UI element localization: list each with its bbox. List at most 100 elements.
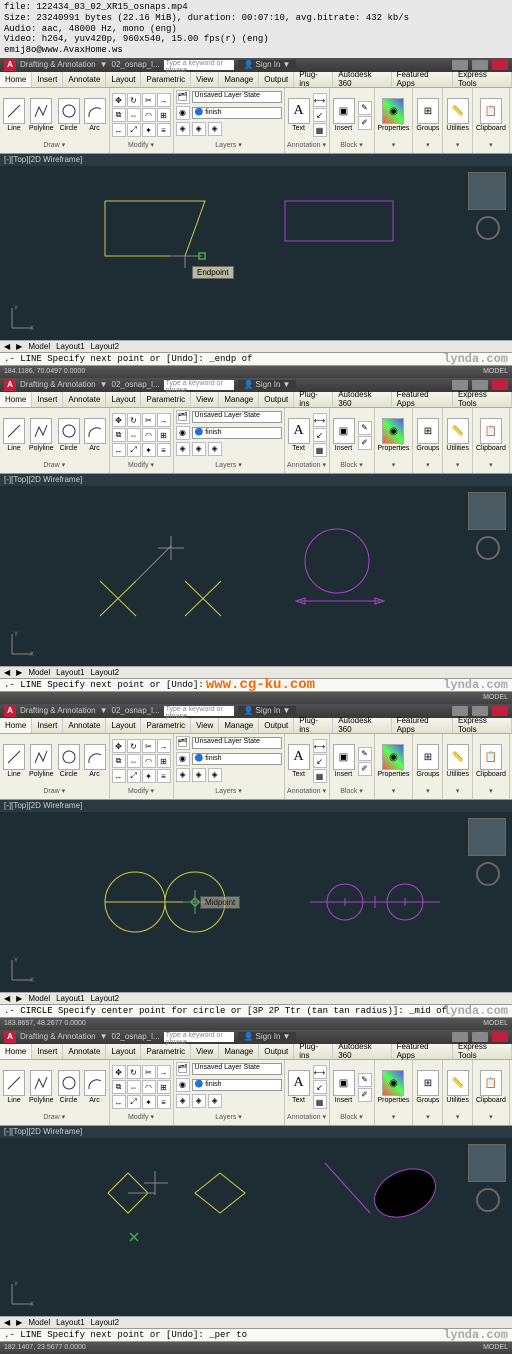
circle-tool[interactable]: Circle: [57, 417, 81, 453]
meta-line: Audio: aac, 48000 Hz, mono (eng): [4, 24, 508, 35]
drawing-viewport[interactable]: Endpoint YX: [0, 166, 512, 340]
command-line[interactable]: .- LINE Specify next point or [Undo]:www…: [0, 678, 512, 692]
tab-parametric[interactable]: Parametric: [141, 72, 191, 87]
layer-state-combo[interactable]: Unsaved Layer State: [192, 91, 282, 103]
line-tool[interactable]: Line: [2, 97, 26, 133]
offset-icon[interactable]: ≡: [157, 123, 171, 137]
svg-text:X: X: [30, 652, 34, 658]
close-button[interactable]: [492, 380, 508, 390]
properties-tool[interactable]: ◉Properties: [377, 97, 411, 133]
app-logo-icon[interactable]: A: [4, 379, 16, 391]
drawing-viewport[interactable]: Midpoint YX: [0, 812, 512, 992]
clipboard-tool[interactable]: 📋Clipboard: [475, 97, 507, 133]
group-title: Draw ▾: [2, 141, 107, 151]
svg-text:Y: Y: [14, 306, 18, 312]
tab-insert[interactable]: Insert: [32, 72, 63, 87]
text-tool[interactable]: AText: [287, 97, 311, 133]
tab-plugins[interactable]: Plug-ins: [294, 72, 333, 87]
table-icon[interactable]: ▦: [313, 123, 327, 137]
tab-home[interactable]: Home: [0, 392, 32, 407]
groups-tool[interactable]: ⊞Groups: [415, 97, 440, 133]
mirror-icon[interactable]: ⇔: [127, 108, 141, 122]
search-input[interactable]: Type a keyword or phrase: [164, 60, 234, 70]
drawing-viewport[interactable]: YX: [0, 1138, 512, 1316]
search-input[interactable]: Type a keyword or phrase: [164, 380, 234, 390]
arc-tool[interactable]: Arc: [83, 417, 107, 453]
scroll-left[interactable]: ◀: [4, 342, 10, 351]
autocad-pane-2: A Drafting & Annotation▼ 02_osnap_l... T…: [0, 378, 512, 704]
cg-watermark: www.cg-ku.com: [206, 677, 315, 693]
insert-tool[interactable]: ▣Insert: [332, 97, 356, 133]
file-metadata: file: 122434_03_02_XR15_osnaps.mp4 Size:…: [0, 0, 512, 58]
close-button[interactable]: [492, 60, 508, 70]
doc-name[interactable]: 02_osnap_l...: [112, 60, 160, 69]
edit-icon[interactable]: ✐: [358, 116, 372, 130]
nav-wheel-icon[interactable]: [476, 536, 500, 560]
command-line[interactable]: .- LINE Specify next point or [Undo]: _p…: [0, 1328, 512, 1342]
tab-express[interactable]: Express Tools: [453, 72, 512, 87]
trim-icon[interactable]: ✂: [142, 93, 156, 107]
scroll-right[interactable]: ▶: [16, 342, 22, 351]
tab-layout1[interactable]: Layout1: [56, 342, 84, 351]
scale-icon[interactable]: ⤢: [127, 123, 141, 137]
drawing-viewport[interactable]: YX: [0, 486, 512, 666]
tab-annotate[interactable]: Annotate: [63, 72, 106, 87]
ucs-icon: YX: [8, 630, 36, 660]
viewport-label[interactable]: [-][Top][2D Wireframe]: [0, 154, 512, 166]
rotate-icon[interactable]: ↻: [127, 93, 141, 107]
signin-button[interactable]: 👤 Sign In ▼: [238, 380, 297, 389]
layer-icon-3[interactable]: ◈: [192, 122, 206, 136]
tab-layout[interactable]: Layout: [106, 72, 141, 87]
signin-button[interactable]: 👤 Sign In ▼: [238, 60, 297, 69]
ribbon-group-clipboard: 📋Clipboard▾: [473, 88, 510, 153]
dim-icon[interactable]: ⟷: [313, 93, 327, 107]
ribbon-group-annotation: AText ⟷↙▦ Annotation ▾: [285, 88, 330, 153]
view-cube[interactable]: [468, 492, 506, 530]
circle-tool[interactable]: Circle: [57, 97, 81, 133]
tab-output[interactable]: Output: [259, 72, 294, 87]
layer-combo[interactable]: 🔵 finish: [192, 107, 282, 119]
svg-text:X: X: [30, 1302, 34, 1308]
svg-text:Y: Y: [14, 958, 18, 964]
tab-model[interactable]: Model: [28, 342, 50, 351]
copy-icon[interactable]: ⧉: [112, 108, 126, 122]
tab-featured[interactable]: Featured Apps: [392, 72, 453, 87]
maximize-button[interactable]: [472, 380, 488, 390]
minimize-button[interactable]: [452, 380, 468, 390]
osnap-tooltip: Midpoint: [200, 896, 240, 909]
layerprops-icon[interactable]: 🗂: [176, 90, 190, 104]
tab-home[interactable]: Home: [0, 72, 32, 87]
layer-icon-2[interactable]: ◈: [176, 122, 190, 136]
polyline-tool[interactable]: Polyline: [28, 417, 55, 453]
stretch-icon[interactable]: ↔: [112, 123, 126, 137]
nav-wheel-icon[interactable]: [476, 216, 500, 240]
extend-icon[interactable]: →: [157, 93, 171, 107]
array-icon[interactable]: ⊞: [157, 108, 171, 122]
utilities-tool[interactable]: 📏Utilities: [445, 97, 470, 133]
layer-icon-4[interactable]: ◈: [208, 122, 222, 136]
explode-icon[interactable]: ✦: [142, 123, 156, 137]
fillet-icon[interactable]: ◠: [142, 108, 156, 122]
polyline-tool[interactable]: Polyline: [28, 97, 55, 133]
layer-icon[interactable]: ◉: [176, 106, 190, 120]
line-tool[interactable]: Line: [2, 417, 26, 453]
viewport-label[interactable]: [-][Top][2D Wireframe]: [0, 474, 512, 486]
command-line[interactable]: .- LINE Specify next point or [Undo]: _e…: [0, 352, 512, 366]
tab-a360[interactable]: Autodesk 360: [333, 72, 391, 87]
command-line[interactable]: .- CIRCLE Specify center point for circl…: [0, 1004, 512, 1018]
tab-view[interactable]: View: [191, 72, 219, 87]
app-logo-icon[interactable]: A: [4, 59, 16, 71]
minimize-button[interactable]: [452, 60, 468, 70]
workspace-label[interactable]: Drafting & Annotation: [20, 60, 96, 69]
leader-icon[interactable]: ↙: [313, 108, 327, 122]
maximize-button[interactable]: [472, 60, 488, 70]
create-icon[interactable]: ✎: [358, 101, 372, 115]
view-cube[interactable]: [468, 172, 506, 210]
tab-layout2[interactable]: Layout2: [91, 342, 119, 351]
autocad-pane-1: A Drafting & Annotation ▼ 02_osnap_l... …: [0, 58, 512, 378]
meta-line: emij8o@www.AvaxHome.ws: [4, 45, 508, 56]
arc-tool[interactable]: Arc: [83, 97, 107, 133]
ribbon-tabs: Home Insert Annotate Layout Parametric V…: [0, 72, 512, 88]
move-icon[interactable]: ✥: [112, 93, 126, 107]
tab-manage[interactable]: Manage: [219, 72, 259, 87]
